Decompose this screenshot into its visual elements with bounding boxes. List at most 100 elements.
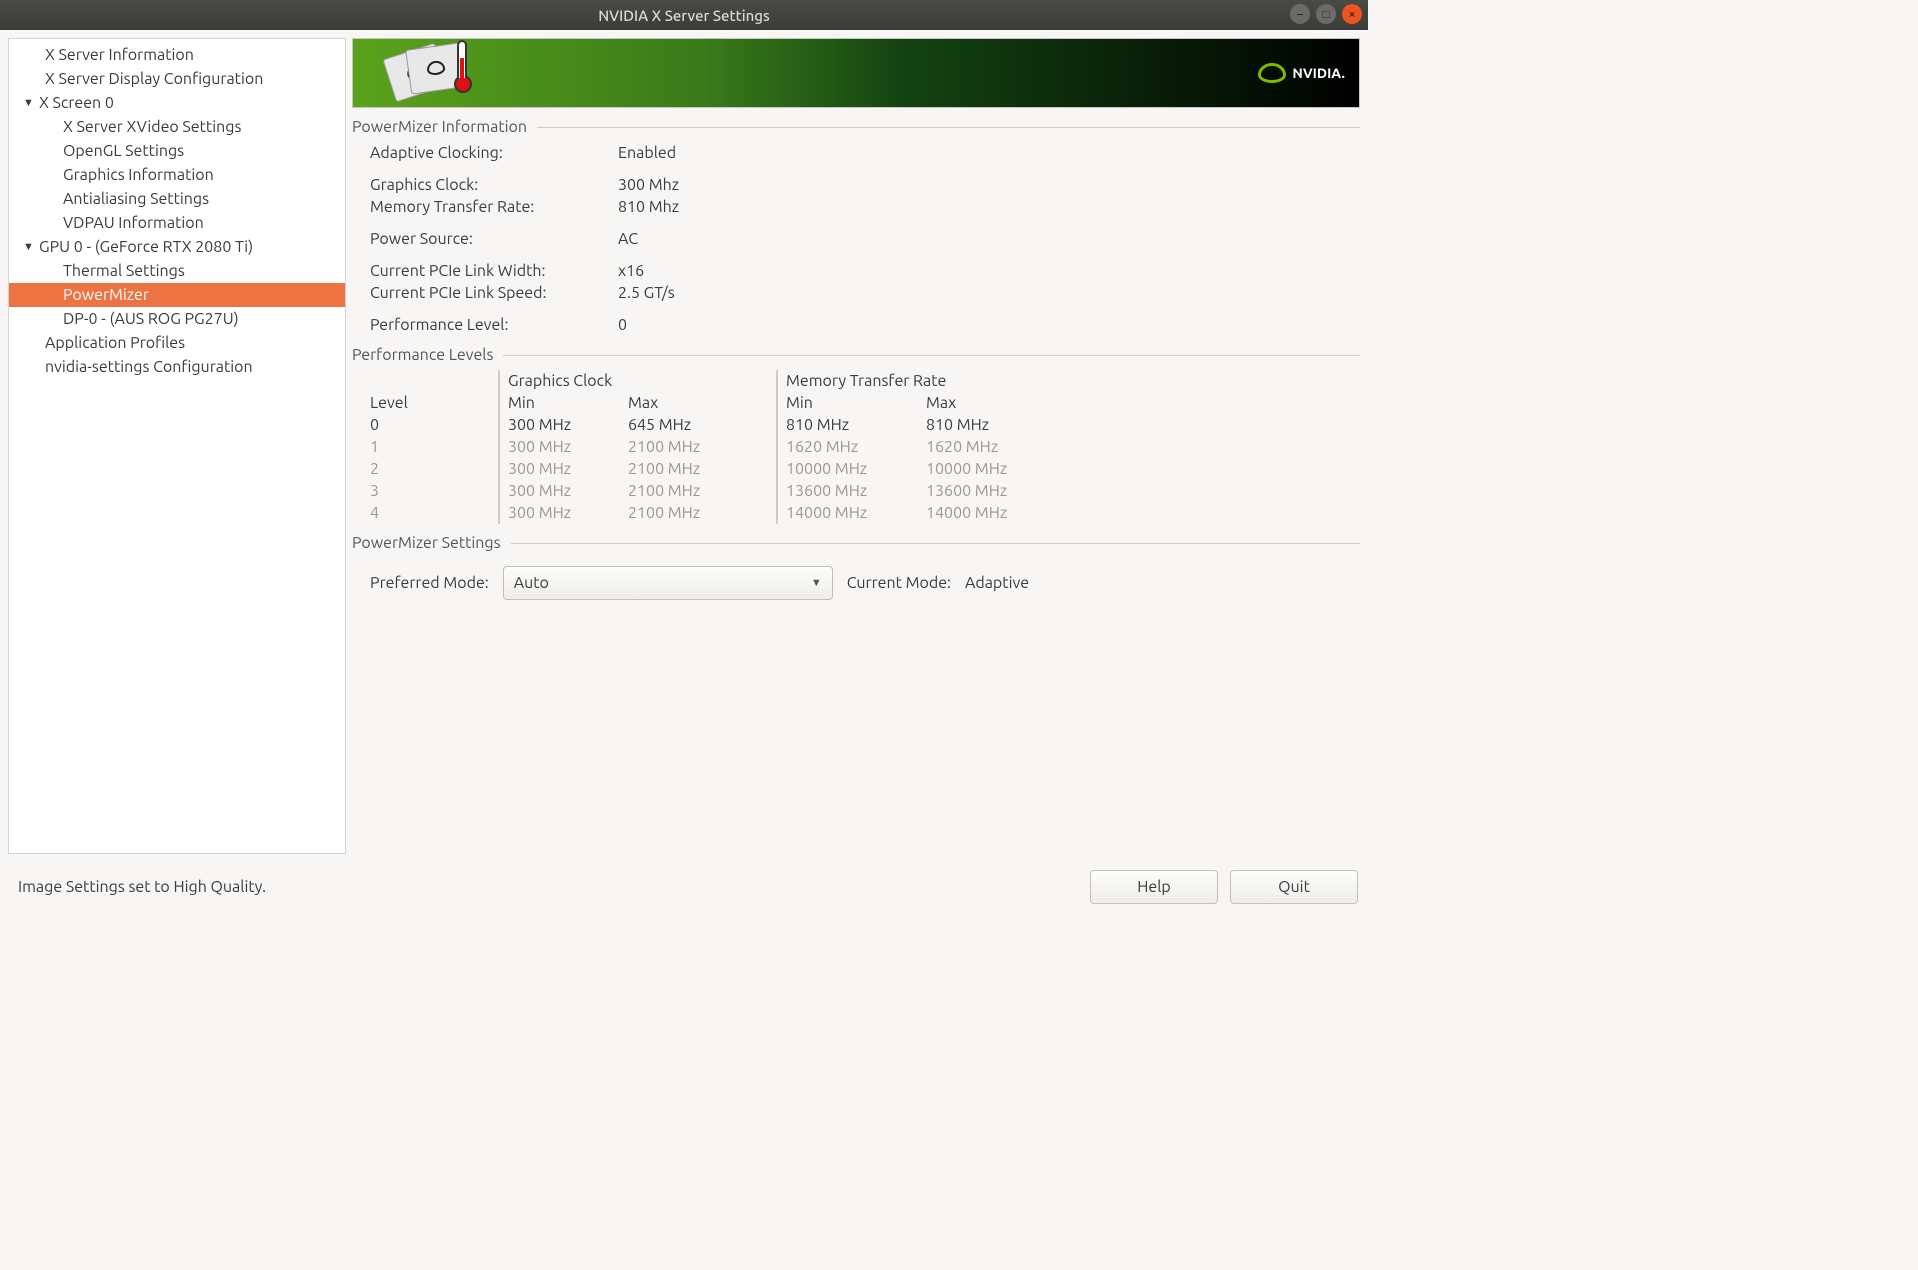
sidebar-item[interactable]: DP-0 - (AUS ROG PG27U) [9, 307, 345, 331]
sidebar-item-label: Thermal Settings [63, 262, 185, 280]
table-header: Graphics Clock [508, 370, 768, 392]
help-button[interactable]: Help [1090, 870, 1218, 904]
sidebar-item[interactable]: Graphics Information [9, 163, 345, 187]
info-label: Current PCIe Link Width: [370, 262, 618, 280]
cell-memrate-min: 810 MHz [786, 414, 926, 436]
sidebar-item[interactable]: Antialiasing Settings [9, 187, 345, 211]
sidebar-item-label: Application Profiles [45, 334, 185, 352]
chevron-down-icon: ▼ [811, 577, 822, 589]
divider [503, 355, 1360, 356]
cell-memrate-min: 10000 MHz [786, 458, 926, 480]
info-value: Enabled [618, 144, 676, 162]
cell-gclock-max: 645 MHz [628, 414, 768, 436]
sidebar-item-label: Antialiasing Settings [63, 190, 209, 208]
table-row: 2300 MHz2100 MHz10000 MHz10000 MHz [370, 458, 1360, 480]
sidebar-item[interactable]: Thermal Settings [9, 259, 345, 283]
sidebar-item[interactable]: X Server XVideo Settings [9, 115, 345, 139]
status-text: Image Settings set to High Quality. [18, 878, 266, 896]
window: NVIDIA X Server Settings – □ × X Server … [0, 0, 1368, 912]
table-header: Min [786, 392, 926, 414]
column-separator [498, 436, 500, 458]
sidebar-item-label: GPU 0 - (GeForce RTX 2080 Ti) [39, 238, 253, 256]
column-separator [498, 370, 500, 392]
section-label: PowerMizer Information [352, 118, 527, 136]
cell-level: 0 [370, 414, 490, 436]
column-separator [498, 392, 500, 414]
table-row: 0300 MHz645 MHz810 MHz810 MHz [370, 414, 1360, 436]
column-separator [776, 458, 778, 480]
tree-expand-icon[interactable]: ▼ [23, 241, 37, 253]
table-row: 4300 MHz2100 MHz14000 MHz14000 MHz [370, 502, 1360, 524]
section-label: PowerMizer Settings [352, 534, 501, 552]
cell-gclock-min: 300 MHz [508, 502, 628, 524]
tree-expand-icon[interactable]: ▼ [23, 97, 37, 109]
column-separator [776, 480, 778, 502]
sidebar-item[interactable]: ▼GPU 0 - (GeForce RTX 2080 Ti) [9, 235, 345, 259]
preferred-mode-label: Preferred Mode: [370, 574, 489, 592]
sidebar-item[interactable]: OpenGL Settings [9, 139, 345, 163]
sidebar-item-label: Graphics Information [63, 166, 214, 184]
sidebar-item[interactable]: VDPAU Information [9, 211, 345, 235]
cell-level: 3 [370, 480, 490, 502]
table-header-group: Graphics Clock Memory Transfer Rate [370, 370, 1360, 392]
sidebar-item-label: OpenGL Settings [63, 142, 184, 160]
powermizer-info: Adaptive Clocking:Enabled Graphics Clock… [352, 142, 1360, 336]
minimize-button[interactable]: – [1290, 4, 1310, 24]
maximize-button[interactable]: □ [1316, 4, 1336, 24]
info-value: x16 [618, 262, 644, 280]
section-title-levels: Performance Levels [352, 346, 1360, 364]
info-value: 810 Mhz [618, 198, 679, 216]
table-header-sub: Level Min Max Min Max [370, 392, 1360, 414]
current-mode-value: Adaptive [965, 574, 1029, 592]
footer: Image Settings set to High Quality. Help… [0, 862, 1368, 912]
sidebar-item[interactable]: nvidia-settings Configuration [9, 355, 345, 379]
sidebar-item-label: DP-0 - (AUS ROG PG27U) [63, 310, 239, 328]
preferred-mode-select[interactable]: Auto ▼ [503, 566, 833, 600]
column-separator [498, 458, 500, 480]
main-panel: NVIDIA. PowerMizer Information Adaptive … [352, 38, 1360, 854]
cell-memrate-min: 13600 MHz [786, 480, 926, 502]
cell-memrate-min: 1620 MHz [786, 436, 926, 458]
sidebar-tree[interactable]: X Server Information X Server Display Con… [8, 38, 346, 854]
table-row: 1300 MHz2100 MHz1620 MHz1620 MHz [370, 436, 1360, 458]
performance-levels-table: Graphics Clock Memory Transfer Rate Leve… [352, 370, 1360, 524]
cell-memrate-min: 14000 MHz [786, 502, 926, 524]
cell-gclock-min: 300 MHz [508, 458, 628, 480]
info-label: Adaptive Clocking: [370, 144, 618, 162]
current-mode-label: Current Mode: [847, 574, 951, 592]
info-label: Current PCIe Link Speed: [370, 284, 618, 302]
table-header: Max [628, 392, 768, 414]
content-area: X Server Information X Server Display Con… [0, 30, 1368, 862]
column-separator [776, 370, 778, 392]
cell-level: 1 [370, 436, 490, 458]
column-separator [498, 414, 500, 436]
sidebar-item[interactable]: PowerMizer [9, 283, 345, 307]
nvidia-logo-text: NVIDIA. [1292, 65, 1345, 81]
cell-level: 2 [370, 458, 490, 480]
quit-button[interactable]: Quit [1230, 870, 1358, 904]
cell-gclock-max: 2100 MHz [628, 458, 768, 480]
sidebar-item-label: nvidia-settings Configuration [45, 358, 253, 376]
sidebar-item[interactable]: ▼X Screen 0 [9, 91, 345, 115]
cell-memrate-max: 1620 MHz [926, 436, 1066, 458]
info-label: Memory Transfer Rate: [370, 198, 618, 216]
sidebar-item[interactable]: X Server Information [9, 43, 345, 67]
sidebar-item-label: X Screen 0 [39, 94, 114, 112]
table-body: 0300 MHz645 MHz810 MHz810 MHz1300 MHz210… [370, 414, 1360, 524]
table-header: Max [926, 392, 1066, 414]
sidebar-item-label: X Server Information [45, 46, 194, 64]
powermizer-settings-row: Preferred Mode: Auto ▼ Current Mode: Ada… [352, 558, 1360, 600]
sidebar-item[interactable]: Application Profiles [9, 331, 345, 355]
info-label: Power Source: [370, 230, 618, 248]
cell-gclock-min: 300 MHz [508, 436, 628, 458]
section-title-info: PowerMizer Information [352, 118, 1360, 136]
info-value: AC [618, 230, 638, 248]
sidebar-item[interactable]: X Server Display Configuration [9, 67, 345, 91]
table-header: Memory Transfer Rate [786, 370, 1066, 392]
column-separator [776, 502, 778, 524]
divider [537, 127, 1360, 128]
titlebar: NVIDIA X Server Settings – □ × [0, 0, 1368, 30]
table-row: 3300 MHz2100 MHz13600 MHz13600 MHz [370, 480, 1360, 502]
close-button[interactable]: × [1342, 4, 1362, 24]
column-separator [776, 392, 778, 414]
